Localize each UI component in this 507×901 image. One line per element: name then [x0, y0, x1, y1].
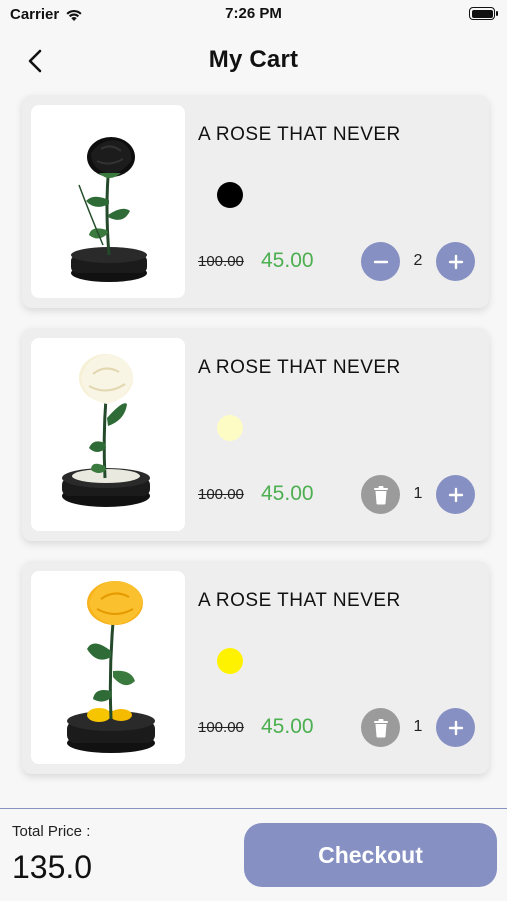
battery-icon [469, 7, 498, 20]
quantity-stepper: 2 [361, 242, 475, 282]
product-image-white-rose[interactable] [31, 338, 185, 531]
total-price-label: Total Price : [12, 823, 91, 840]
nav-bar: My Cart [0, 38, 507, 84]
plus-icon [448, 487, 463, 502]
original-price: 100.00 [198, 486, 244, 503]
color-swatch [217, 415, 243, 441]
decrease-quantity-button[interactable] [361, 242, 400, 281]
cart-item: A ROSE THAT NEVER 100.00 45.00 2 [22, 95, 489, 308]
remove-item-button[interactable] [361, 475, 400, 514]
quantity-value: 2 [413, 252, 423, 269]
checkout-button[interactable]: Checkout [244, 823, 497, 887]
cart-item: A ROSE THAT NEVER 100.00 45.00 1 [22, 328, 489, 541]
product-image-yellow-rose[interactable] [31, 571, 185, 764]
plus-icon [448, 254, 463, 269]
increase-quantity-button[interactable] [436, 708, 475, 747]
remove-item-button[interactable] [361, 708, 400, 747]
sale-price: 45.00 [261, 482, 314, 505]
clock: 7:26 PM [225, 5, 282, 22]
cart-list: A ROSE THAT NEVER 100.00 45.00 2 A ROSE … [22, 95, 489, 794]
trash-icon [373, 718, 388, 737]
total-price-value: 135.0 [12, 849, 93, 885]
status-bar: Carrier 7:26 PM [0, 0, 507, 30]
sale-price: 45.00 [261, 715, 314, 738]
item-title: A ROSE THAT NEVER [198, 357, 401, 378]
original-price: 100.00 [198, 253, 244, 270]
cart-item: A ROSE THAT NEVER 100.00 45.00 1 [22, 561, 489, 774]
quantity-stepper: 1 [361, 475, 475, 515]
increase-quantity-button[interactable] [436, 475, 475, 514]
quantity-stepper: 1 [361, 708, 475, 748]
minus-icon [373, 260, 388, 263]
quantity-value: 1 [413, 718, 423, 735]
sale-price: 45.00 [261, 249, 314, 272]
checkout-footer: Total Price : 135.0 Checkout [0, 808, 507, 901]
increase-quantity-button[interactable] [436, 242, 475, 281]
color-swatch [217, 182, 243, 208]
page-title: My Cart [208, 46, 299, 73]
product-image-black-rose[interactable] [31, 105, 185, 298]
original-price: 100.00 [198, 719, 244, 736]
quantity-value: 1 [413, 485, 423, 502]
item-title: A ROSE THAT NEVER [198, 590, 401, 611]
item-title: A ROSE THAT NEVER [198, 124, 401, 145]
trash-icon [373, 485, 388, 504]
color-swatch [217, 648, 243, 674]
plus-icon [448, 720, 463, 735]
